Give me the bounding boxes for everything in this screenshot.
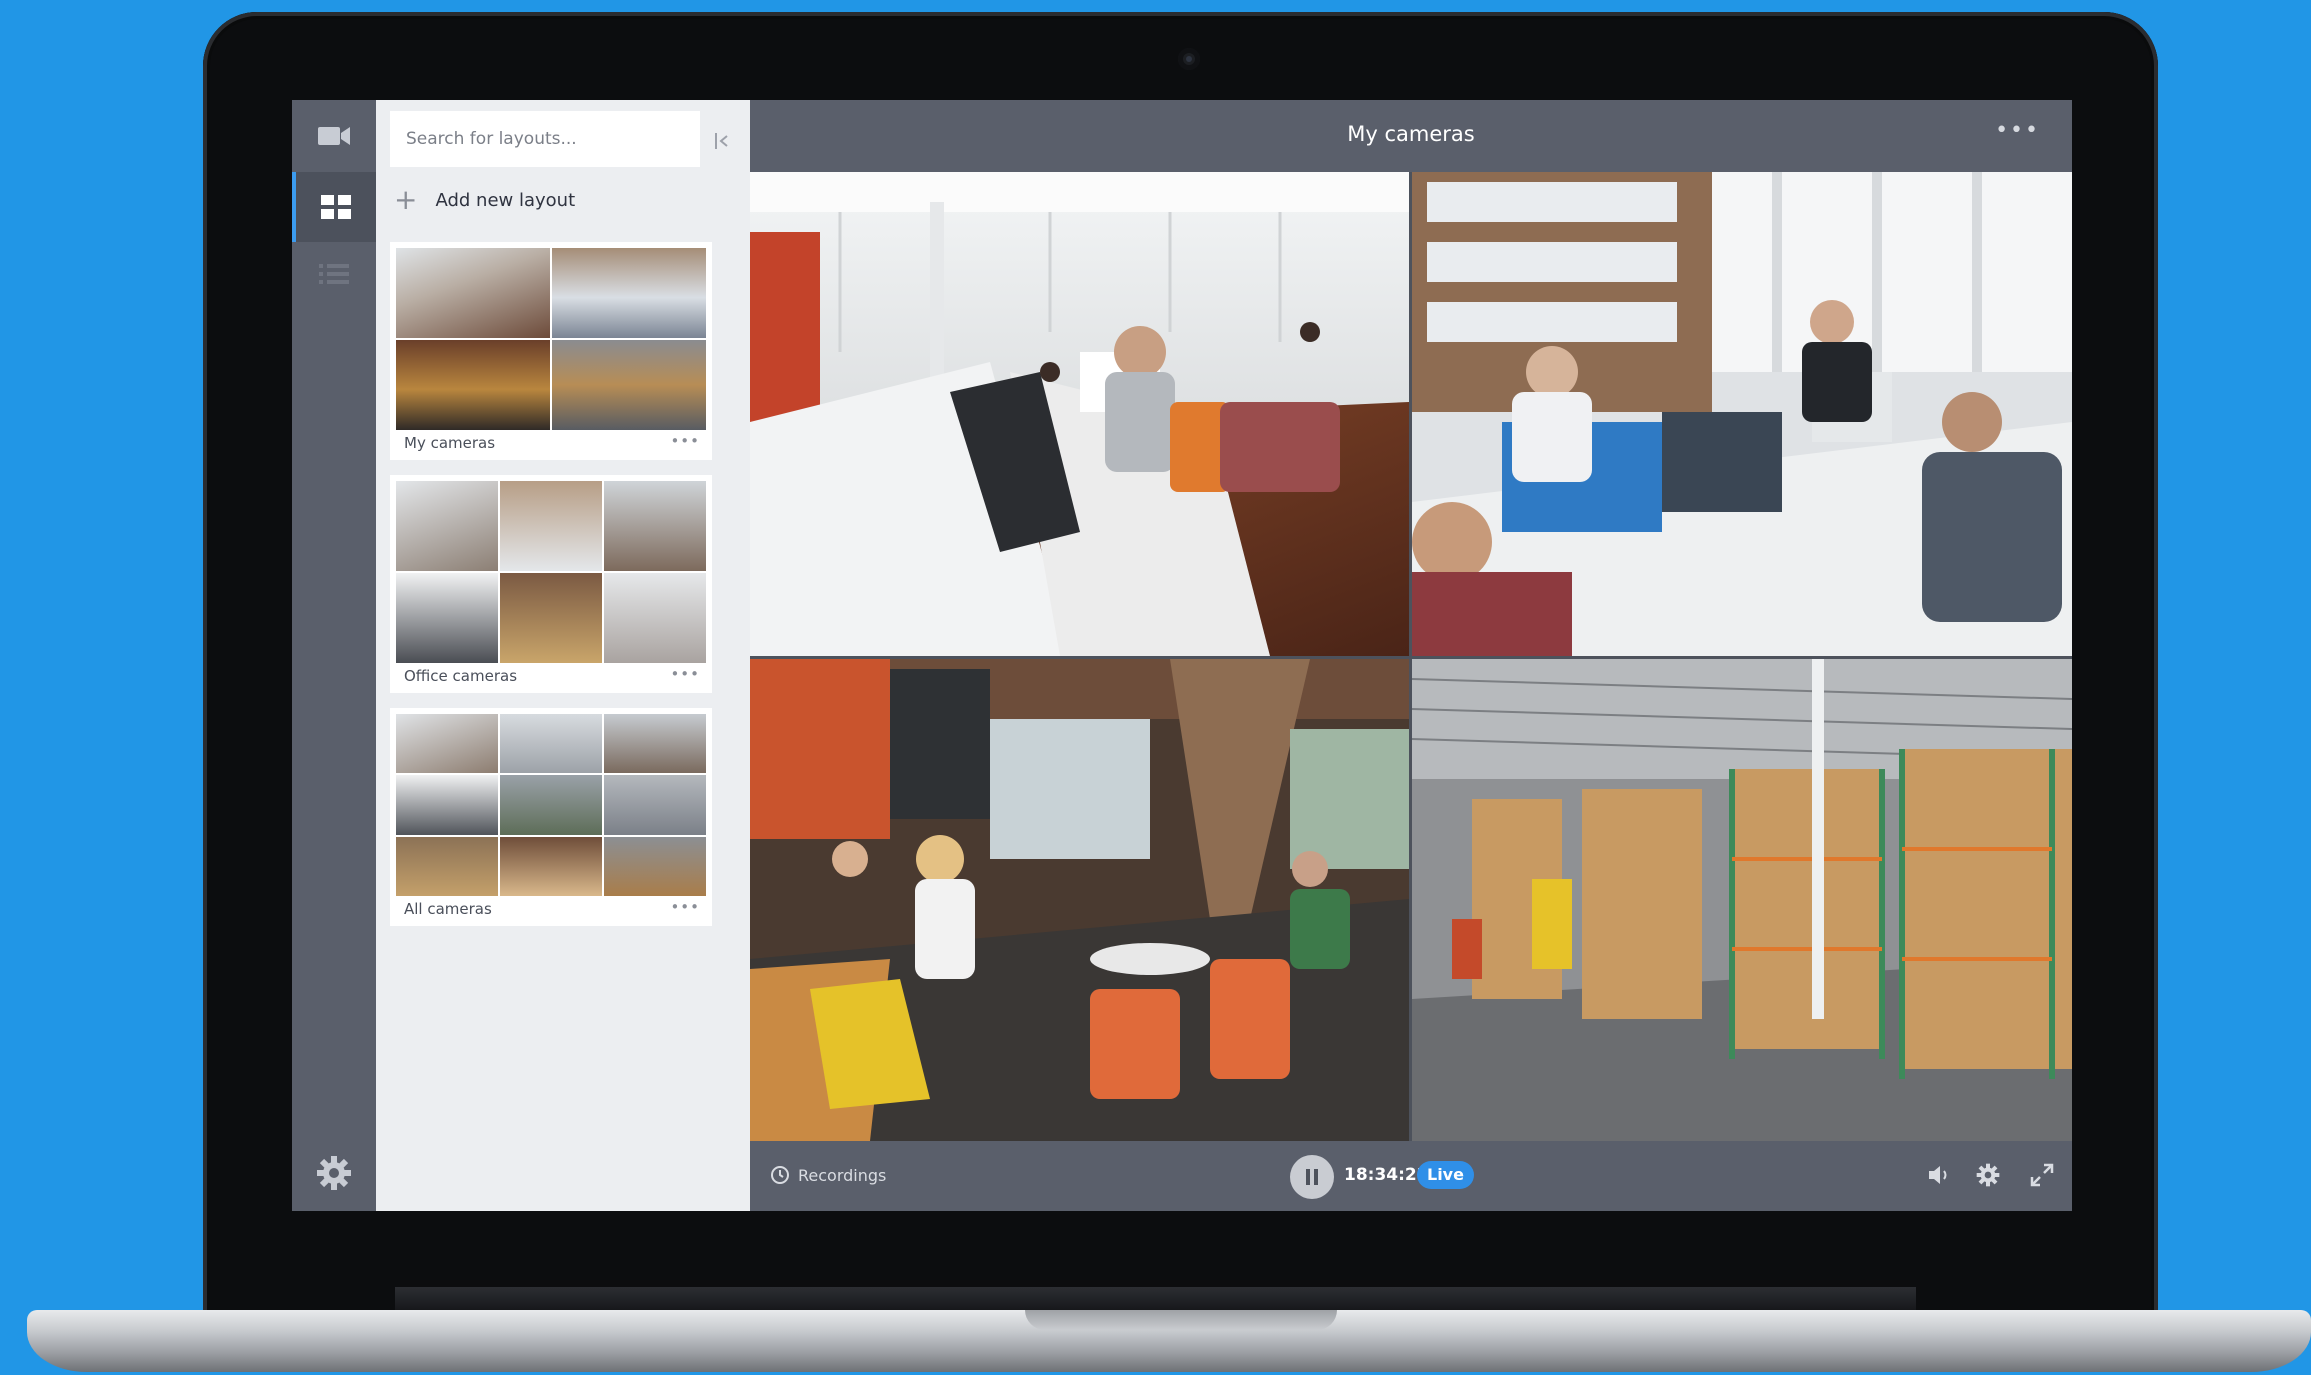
thumbnail-office bbox=[396, 573, 498, 663]
thumbnail-camera bbox=[500, 775, 602, 835]
camera-viewer: My cameras ••• Recordings 18:34:22 Live bbox=[750, 100, 2072, 1211]
current-time: 18:34:22 bbox=[1344, 1165, 1429, 1185]
camera-feed-image bbox=[750, 172, 1409, 656]
app-window: + Add new layout My cameras ••• bbox=[292, 100, 2072, 1211]
camera-feed-image bbox=[750, 659, 1409, 1141]
thumbnail-office bbox=[604, 573, 706, 663]
thumbnail-office bbox=[396, 248, 550, 338]
thumbnail-office bbox=[500, 573, 602, 663]
camera-feed-image bbox=[1412, 172, 2072, 656]
thumbnail-camera bbox=[604, 836, 706, 896]
thumbnail-cafe bbox=[396, 340, 550, 430]
layout-card-all-cameras[interactable]: All cameras ••• bbox=[390, 708, 712, 926]
video-camera-icon bbox=[318, 127, 350, 145]
playback-controls: Recordings 18:34:22 Live bbox=[750, 1141, 2072, 1211]
thumbnail-warehouse bbox=[552, 340, 706, 430]
layout-thumbnail bbox=[396, 714, 706, 896]
clock-icon bbox=[771, 1166, 789, 1184]
page-title: My cameras bbox=[1347, 122, 1475, 146]
search-input[interactable] bbox=[390, 111, 700, 167]
thumbnail-camera bbox=[396, 714, 498, 774]
list-icon bbox=[319, 264, 349, 284]
thumbnail-camera bbox=[396, 775, 498, 835]
laptop-notch bbox=[1025, 1310, 1337, 1330]
thumbnail-camera bbox=[604, 714, 706, 774]
layout-name: My cameras bbox=[404, 434, 496, 452]
thumbnail-camera bbox=[500, 836, 602, 896]
thumbnail-office bbox=[500, 481, 602, 571]
thumbnail-camera bbox=[396, 836, 498, 896]
thumbnail-office bbox=[604, 481, 706, 571]
layout-thumbnail bbox=[396, 248, 706, 430]
live-badge[interactable]: Live bbox=[1417, 1161, 1474, 1189]
thumbnail-camera bbox=[604, 775, 706, 835]
list-rail-button[interactable] bbox=[292, 242, 376, 306]
add-layout-label: Add new layout bbox=[435, 189, 576, 211]
collapse-panel-icon[interactable] bbox=[711, 130, 733, 152]
settings-rail-button[interactable] bbox=[316, 1155, 352, 1195]
icon-rail bbox=[292, 100, 376, 1211]
layout-thumbnail bbox=[396, 481, 706, 663]
layout-card-office-cameras[interactable]: Office cameras ••• bbox=[390, 475, 712, 693]
recordings-button[interactable]: Recordings bbox=[770, 1165, 886, 1185]
layouts-rail-button[interactable] bbox=[292, 172, 376, 242]
layout-name: All cameras bbox=[404, 900, 492, 918]
layout-card-my-cameras[interactable]: My cameras ••• bbox=[390, 242, 712, 460]
layout-name: Office cameras bbox=[404, 667, 518, 685]
laptop-hinge bbox=[395, 1287, 1916, 1311]
camera-feed-warehouse[interactable] bbox=[1412, 659, 2072, 1141]
webcam bbox=[1178, 48, 1200, 70]
fullscreen-icon[interactable] bbox=[2030, 1163, 2054, 1187]
pause-button[interactable] bbox=[1290, 1155, 1334, 1199]
recordings-label: Recordings bbox=[798, 1165, 887, 1185]
gear-icon bbox=[317, 1156, 351, 1190]
layouts-panel: + Add new layout My cameras ••• bbox=[376, 100, 750, 1211]
more-options-icon[interactable]: ••• bbox=[1995, 118, 2040, 143]
camera-feed-office[interactable] bbox=[750, 172, 1409, 656]
add-layout-button[interactable]: + Add new layout bbox=[390, 182, 575, 218]
thumbnail-office bbox=[396, 481, 498, 571]
layout-more-icon[interactable]: ••• bbox=[670, 898, 700, 916]
thumbnail-workspace bbox=[552, 248, 706, 338]
camera-feed-image bbox=[1412, 659, 2072, 1141]
layout-more-icon[interactable]: ••• bbox=[670, 432, 700, 450]
cameras-rail-button[interactable] bbox=[292, 104, 376, 168]
plus-icon: + bbox=[394, 183, 418, 216]
camera-feed-workspace[interactable] bbox=[1412, 172, 2072, 656]
layout-more-icon[interactable]: ••• bbox=[670, 665, 700, 683]
viewer-header: My cameras ••• bbox=[750, 100, 2072, 172]
gear-icon[interactable] bbox=[1976, 1163, 2000, 1187]
thumbnail-camera bbox=[500, 714, 602, 774]
camera-feed-cafe[interactable] bbox=[750, 659, 1409, 1141]
volume-icon[interactable] bbox=[1927, 1163, 1953, 1187]
grid-icon bbox=[321, 195, 351, 219]
pause-icon bbox=[1306, 1169, 1318, 1185]
